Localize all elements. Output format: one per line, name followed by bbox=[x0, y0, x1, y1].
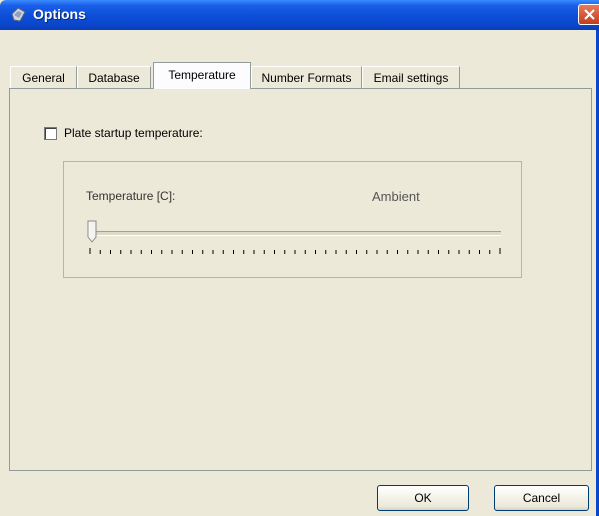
tab-number-formats[interactable]: Number Formats bbox=[251, 66, 362, 88]
window-title: Options bbox=[33, 6, 86, 22]
options-icon bbox=[9, 6, 27, 24]
plate-startup-label[interactable]: Plate startup temperature: bbox=[64, 126, 203, 140]
title-bar[interactable]: Options bbox=[0, 0, 599, 30]
options-window: Options General Database Temperature Num… bbox=[0, 0, 599, 516]
temperature-value: Ambient bbox=[372, 189, 420, 204]
temperature-label: Temperature [C]: bbox=[86, 189, 176, 203]
ok-button[interactable]: OK bbox=[377, 485, 469, 511]
tab-panel bbox=[9, 88, 592, 471]
temperature-slider-track[interactable] bbox=[93, 231, 501, 236]
cancel-button[interactable]: Cancel bbox=[494, 485, 589, 511]
temperature-slider-ticks bbox=[89, 248, 501, 254]
temperature-slider-thumb[interactable] bbox=[87, 220, 97, 243]
plate-startup-checkbox[interactable] bbox=[44, 127, 57, 140]
close-icon bbox=[584, 9, 595, 20]
tab-database[interactable]: Database bbox=[77, 66, 151, 88]
tab-general[interactable]: General bbox=[10, 66, 77, 88]
temperature-group bbox=[63, 161, 522, 278]
tab-email-settings[interactable]: Email settings bbox=[362, 66, 460, 88]
close-button[interactable] bbox=[578, 4, 599, 25]
tab-temperature[interactable]: Temperature bbox=[153, 62, 251, 89]
